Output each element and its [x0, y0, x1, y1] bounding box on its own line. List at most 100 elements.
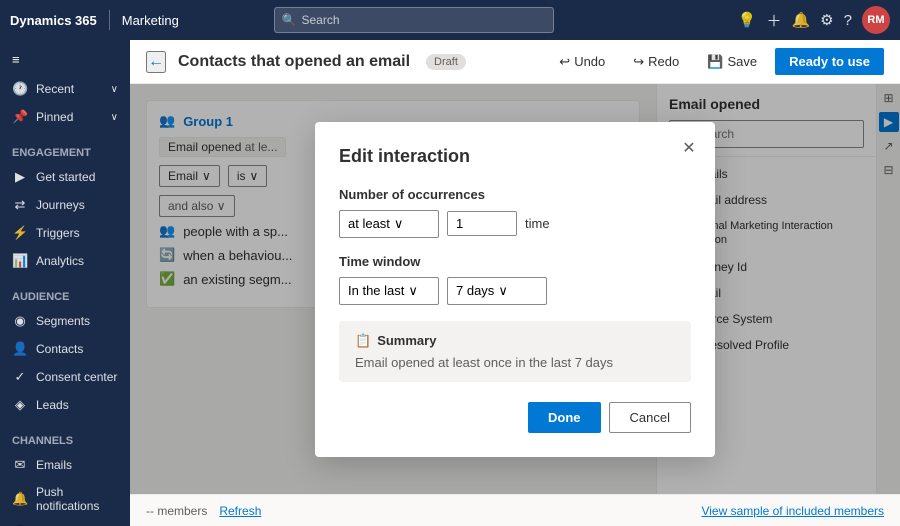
sidebar-label-analytics: Analytics	[36, 254, 84, 268]
sidebar-item-pinned[interactable]: 📌 Pinned ∨	[0, 103, 130, 131]
sidebar-item-triggers[interactable]: ⚡ Triggers	[0, 219, 130, 247]
sidebar-item-consent[interactable]: ✓ Consent center	[0, 363, 130, 391]
avatar[interactable]: RM	[862, 6, 890, 34]
nav-actions: 💡 ＋ 🔔 ⚙ ? RM	[738, 6, 890, 34]
command-bar: ← Contacts that opened an email Draft ↩ …	[130, 40, 900, 84]
draft-badge: Draft	[426, 54, 466, 70]
segments-icon: ◉	[12, 313, 28, 329]
sidebar-label-segments: Segments	[36, 314, 90, 328]
at-least-select[interactable]: at least ∨	[339, 210, 439, 238]
app-module: Marketing	[122, 13, 179, 28]
modal-footer: Done Cancel	[339, 402, 691, 433]
sidebar-item-leads[interactable]: ◈ Leads	[0, 391, 130, 419]
save-icon: 💾	[707, 54, 723, 70]
lightbulb-icon[interactable]: 💡	[738, 11, 757, 29]
save-button[interactable]: 💾 Save	[697, 50, 767, 74]
modal-close-button[interactable]: ✕	[675, 134, 703, 162]
sidebar-label-recent: Recent	[36, 82, 74, 96]
bell-icon[interactable]: 🔔	[791, 11, 810, 29]
section-title-channels: Channels	[0, 427, 130, 451]
section-title-audience: Audience	[0, 283, 130, 307]
contacts-icon: 👤	[12, 341, 28, 357]
main-content: ← Contacts that opened an email Draft ↩ …	[130, 40, 900, 526]
app-brand: Dynamics 365	[10, 13, 97, 28]
select-arrow-2: ∨	[408, 283, 418, 299]
sidebar-toggle[interactable]: ≡	[0, 48, 130, 71]
section-title-engagement: Engagement	[0, 139, 130, 163]
sidebar-item-recent[interactable]: 🕐 Recent ∨	[0, 75, 130, 103]
back-button[interactable]: ←	[146, 51, 166, 73]
undo-icon: ↩	[559, 54, 570, 70]
sidebar-label-consent: Consent center	[36, 370, 117, 384]
sidebar-item-text[interactable]: 💬 Text messages	[0, 519, 130, 526]
summary-text: Email opened at least once in the last 7…	[355, 355, 675, 370]
sidebar-item-push[interactable]: 🔔 Push notifications	[0, 479, 130, 519]
pin-icon: 📌	[12, 109, 28, 125]
days-select[interactable]: 7 days ∨	[447, 277, 547, 305]
days-arrow: ∨	[498, 283, 508, 299]
sidebar-label-get-started: Get started	[36, 170, 95, 184]
undo-button[interactable]: ↩ Undo	[549, 50, 615, 74]
triggers-icon: ⚡	[12, 225, 28, 241]
hamburger-icon: ≡	[12, 52, 20, 67]
leads-icon: ◈	[12, 397, 28, 413]
analytics-icon: 📊	[12, 253, 28, 269]
sidebar-label-triggers: Triggers	[36, 226, 80, 240]
cancel-button[interactable]: Cancel	[609, 402, 691, 433]
edit-interaction-modal: Edit interaction ✕ Number of occurrences…	[315, 122, 715, 457]
occurrences-row: at least ∨ ▲ ▼ time	[339, 210, 691, 238]
count-input[interactable]	[448, 212, 517, 235]
sidebar-label-push: Push notifications	[36, 485, 118, 513]
select-arrow: ∨	[394, 216, 404, 232]
sidebar: ≡ 🕐 Recent ∨ 📌 Pinned ∨ Engagement ▶ Get…	[0, 40, 130, 526]
emails-icon: ✉	[12, 457, 28, 473]
ready-button[interactable]: Ready to use	[775, 48, 884, 75]
sidebar-label-leads: Leads	[36, 398, 69, 412]
sidebar-item-segments[interactable]: ◉ Segments	[0, 307, 130, 335]
search-icon: 🔍	[281, 13, 296, 27]
sidebar-label-journeys: Journeys	[36, 198, 85, 212]
summary-icon: 📋	[355, 333, 371, 349]
sidebar-label-emails: Emails	[36, 458, 72, 472]
modal-title: Edit interaction	[339, 146, 691, 167]
push-icon: 🔔	[12, 491, 28, 507]
sidebar-item-journeys[interactable]: ⇄ Journeys	[0, 191, 130, 219]
get-started-icon: ▶	[12, 169, 28, 185]
help-icon[interactable]: ?	[844, 12, 852, 29]
modal-summary: 📋 Summary Email opened at least once in …	[339, 321, 691, 382]
sidebar-item-get-started[interactable]: ▶ Get started	[0, 163, 130, 191]
bottom-bar: -- members Refresh View sample of includ…	[130, 494, 900, 526]
sidebar-label-pinned: Pinned	[36, 110, 73, 124]
summary-title: 📋 Summary	[355, 333, 675, 349]
journeys-icon: ⇄	[12, 197, 28, 213]
app-layout: ≡ 🕐 Recent ∨ 📌 Pinned ∨ Engagement ▶ Get…	[0, 40, 900, 526]
in-the-last-select[interactable]: In the last ∨	[339, 277, 439, 305]
sidebar-item-contacts[interactable]: 👤 Contacts	[0, 335, 130, 363]
refresh-link[interactable]: Refresh	[219, 504, 261, 518]
modal-overlay: Edit interaction ✕ Number of occurrences…	[130, 84, 900, 494]
sidebar-label-contacts: Contacts	[36, 342, 83, 356]
top-navigation: Dynamics 365 Marketing 🔍 💡 ＋ 🔔 ⚙ ? RM	[0, 0, 900, 40]
redo-button[interactable]: ↪ Redo	[623, 50, 689, 74]
plus-icon[interactable]: ＋	[766, 10, 781, 31]
sidebar-item-emails[interactable]: ✉ Emails	[0, 451, 130, 479]
consent-icon: ✓	[12, 369, 28, 385]
redo-icon: ↪	[633, 54, 644, 70]
members-count: -- members	[146, 504, 207, 518]
content-area: 👥 Group 1 Email opened at le... Email ∨	[130, 84, 900, 494]
gear-icon[interactable]: ⚙	[820, 11, 833, 29]
time-unit-label: time	[525, 216, 550, 231]
nav-divider	[109, 10, 110, 30]
page-title: Contacts that opened an email	[178, 53, 410, 71]
view-sample-link[interactable]: View sample of included members	[701, 504, 884, 518]
sidebar-item-analytics[interactable]: 📊 Analytics	[0, 247, 130, 275]
chevron-down-icon: ∨	[111, 84, 118, 95]
chevron-down-icon-2: ∨	[111, 112, 118, 123]
global-search: 🔍	[274, 7, 554, 33]
search-input[interactable]	[274, 7, 554, 33]
time-window-row: In the last ∨ 7 days ∨	[339, 277, 691, 305]
occurrences-label: Number of occurrences	[339, 187, 691, 202]
time-window-label: Time window	[339, 254, 691, 269]
done-button[interactable]: Done	[528, 402, 601, 433]
count-input-wrap: ▲ ▼	[447, 211, 517, 236]
